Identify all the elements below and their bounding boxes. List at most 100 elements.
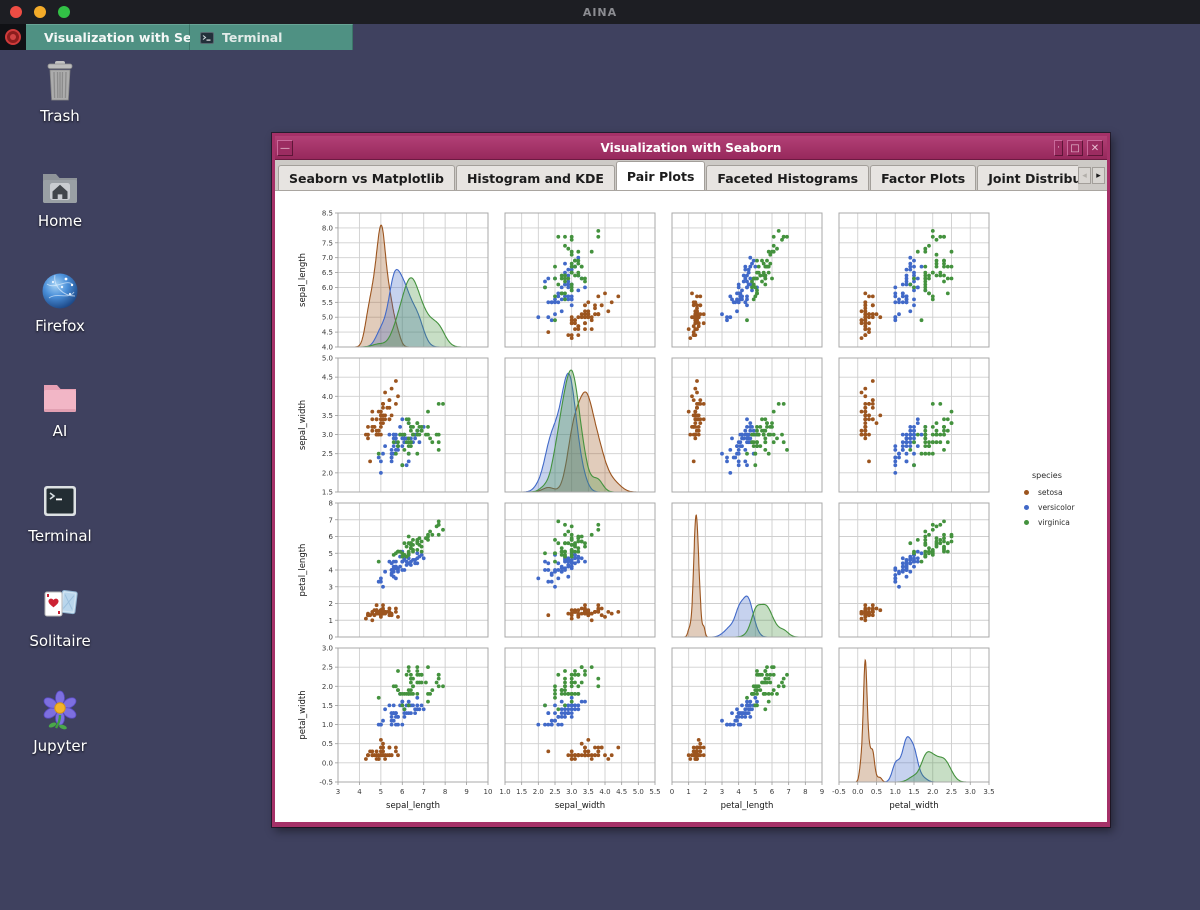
subplot-sepal_length-vs-petal_width (838, 212, 990, 348)
tab-pair-plots[interactable]: Pair Plots (615, 161, 706, 190)
desktop-icon-label: AI (52, 422, 68, 440)
tab-scroll-left-button[interactable]: ◂ (1078, 166, 1091, 184)
record-button[interactable] (0, 24, 26, 50)
svg-text:3.5: 3.5 (983, 788, 994, 796)
window-maximize-button[interactable]: □ (1067, 139, 1083, 156)
svg-text:2.0: 2.0 (322, 469, 333, 477)
svg-text:7: 7 (329, 516, 333, 524)
desktop-icon-label: Firefox (35, 317, 85, 335)
taskbar-item-terminal[interactable]: Terminal (190, 24, 353, 50)
desktop-icon-label: Solitaire (29, 632, 91, 650)
tab-seaborn-vs-matplotlib[interactable]: Seaborn vs Matplotlib (278, 165, 455, 190)
window-close-button[interactable]: ✕ (1087, 139, 1103, 156)
svg-text:2.5: 2.5 (322, 664, 333, 672)
svg-text:5.5: 5.5 (322, 299, 333, 307)
svg-text:1: 1 (329, 617, 333, 625)
desktop-icon-trash[interactable]: Trash (8, 58, 112, 125)
record-icon (5, 29, 21, 45)
svg-text:3.0: 3.0 (322, 431, 333, 439)
subplot-petal_length-vs-sepal_width (504, 502, 656, 638)
svg-text:3.5: 3.5 (322, 412, 333, 420)
tab-strip: Seaborn vs Matplotlib Histogram and KDE Pa… (275, 160, 1078, 190)
flower-icon (43, 690, 77, 730)
menubar: AINA (0, 0, 1200, 24)
window-titlebar[interactable]: — Visualization with Seaborn · □ ✕ (275, 136, 1107, 160)
svg-text:1.5: 1.5 (516, 788, 527, 796)
taskbar-item-label: Visualization with Se... (44, 30, 206, 45)
svg-text:5.5: 5.5 (649, 788, 660, 796)
svg-text:1.0: 1.0 (890, 788, 901, 796)
svg-text:2: 2 (329, 600, 333, 608)
svg-text:4: 4 (736, 788, 741, 796)
legend-marker-virginica (1024, 520, 1029, 525)
svg-text:-0.5: -0.5 (832, 788, 846, 796)
svg-text:petal_length: petal_length (298, 544, 308, 597)
svg-text:petal_width: petal_width (298, 690, 308, 739)
svg-text:0.5: 0.5 (322, 740, 333, 748)
tab-factor-plots[interactable]: Factor Plots (870, 165, 977, 190)
taskbar-item-label: Terminal (222, 30, 283, 45)
svg-text:1.5: 1.5 (322, 489, 333, 497)
legend-title: species (1032, 471, 1062, 480)
window-controls: · □ ✕ (1052, 139, 1105, 156)
tab-joint-distributions[interactable]: Joint Distributions (977, 165, 1078, 190)
svg-text:6.5: 6.5 (322, 269, 333, 277)
svg-text:1.0: 1.0 (499, 788, 510, 796)
svg-text:sepal_width: sepal_width (555, 801, 605, 811)
window-shade-button[interactable]: · (1054, 139, 1063, 156)
svg-text:8.0: 8.0 (322, 224, 333, 232)
svg-text:7.5: 7.5 (322, 239, 333, 247)
svg-text:0: 0 (329, 634, 333, 642)
window-menu-button[interactable]: — (277, 139, 293, 156)
home-folder-icon (43, 174, 77, 203)
svg-text:1.0: 1.0 (322, 721, 333, 729)
subplot-sepal_width-vs-sepal_length: 1.5 2.0 2.5 3.0 3.5 4.0 4.5 5.0 sepal_width (298, 355, 489, 497)
tab-label: Faceted Histograms (717, 171, 859, 186)
svg-text:10: 10 (484, 788, 493, 796)
svg-text:3: 3 (720, 788, 724, 796)
playing-cards-icon (44, 589, 78, 617)
desktop-icon-label: Trash (40, 107, 80, 125)
firefox-globe-icon (42, 273, 78, 309)
terminal-icon (44, 486, 76, 516)
svg-text:2.0: 2.0 (533, 788, 544, 796)
svg-text:3: 3 (329, 583, 333, 591)
svg-text:0.0: 0.0 (322, 759, 333, 767)
svg-text:petal_length: petal_length (721, 801, 774, 811)
desktop-icon-solitaire[interactable]: Solitaire (8, 583, 112, 650)
svg-text:6: 6 (770, 788, 775, 796)
tab-scroll-arrows: ◂ ▸ (1078, 160, 1107, 190)
desktop-icon-ai-folder[interactable]: AI (8, 373, 112, 440)
pairplot-legend: species setosa versicolor virginica (1021, 471, 1075, 530)
subplot-petal_width-vs-sepal_width: 1.0 1.5 2.0 2.5 3.0 3.5 4.0 4.5 5.0 5.5 sepal_widt… (499, 647, 661, 811)
svg-text:4.5: 4.5 (322, 374, 333, 382)
notebook-content: 4.0 4.5 5.0 5.5 6.0 6.5 7.0 7.5 8.0 8.5 sepal_leng… (275, 191, 1107, 822)
svg-text:5.0: 5.0 (322, 314, 333, 322)
desktop-icon-jupyter[interactable]: Jupyter (8, 688, 112, 755)
svg-text:5.0: 5.0 (322, 355, 333, 363)
desktop-icon-home[interactable]: Home (8, 163, 112, 230)
svg-text:3: 3 (336, 788, 340, 796)
svg-text:sepal_length: sepal_length (298, 253, 308, 307)
legend-item-virginica: virginica (1021, 515, 1075, 530)
svg-text:6: 6 (329, 533, 334, 541)
tab-label: Factor Plots (881, 171, 966, 186)
tab-label: Pair Plots (626, 169, 695, 184)
svg-text:3.0: 3.0 (566, 788, 577, 796)
menubar-title: AINA (582, 5, 618, 19)
svg-text:-0.5: -0.5 (319, 779, 333, 787)
tab-label: Joint Distributions (988, 171, 1078, 186)
subplot-petal_width-vs-petal_length: 0 1 2 3 4 5 6 7 8 9 petal_length (670, 647, 824, 811)
tab-label: Seaborn vs Matplotlib (289, 171, 444, 186)
desktop-icon-terminal[interactable]: Terminal (8, 478, 112, 545)
taskbar-item-visualization-window[interactable]: Visualization with Se... (26, 24, 206, 50)
tab-label: Histogram and KDE (466, 171, 604, 186)
svg-text:8: 8 (443, 788, 447, 796)
tab-faceted-histograms[interactable]: Faceted Histograms (706, 165, 870, 190)
svg-text:0.5: 0.5 (871, 788, 882, 796)
tab-scroll-right-button[interactable]: ▸ (1092, 166, 1105, 184)
trash-icon (47, 61, 73, 101)
tab-histogram-and-kde[interactable]: Histogram and KDE (455, 165, 615, 190)
desktop-icon-firefox[interactable]: Firefox (8, 268, 112, 335)
svg-text:9: 9 (464, 788, 468, 796)
